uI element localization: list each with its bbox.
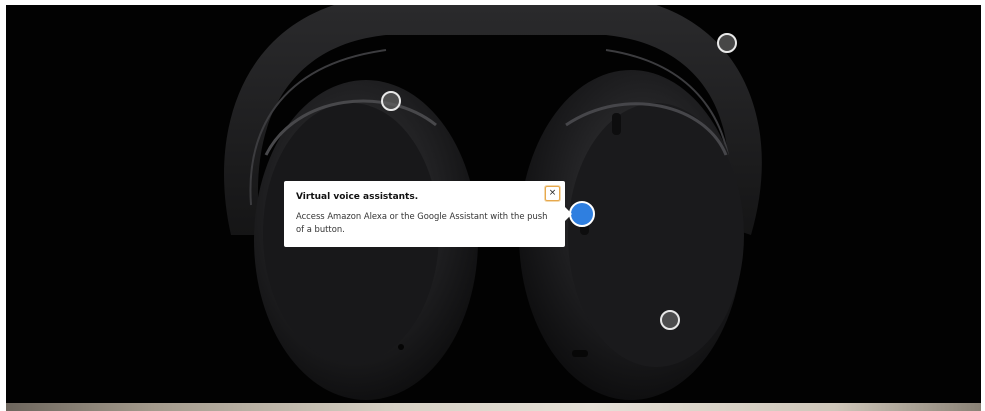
- close-button[interactable]: ×: [545, 186, 560, 201]
- hotspot-voice-assistant[interactable]: [569, 201, 595, 227]
- popover-title: Virtual voice assistants.: [296, 192, 419, 202]
- hotspot-earcup-bottom[interactable]: [660, 310, 680, 330]
- popover-description: Access Amazon Alexa or the Google Assist…: [296, 211, 548, 234]
- feature-popover: Virtual voice assistants. Access Amazon …: [284, 181, 572, 247]
- hotspot-ear-cushion[interactable]: [381, 91, 401, 111]
- hotspot-headband[interactable]: [717, 33, 737, 53]
- next-section-image: [6, 403, 981, 411]
